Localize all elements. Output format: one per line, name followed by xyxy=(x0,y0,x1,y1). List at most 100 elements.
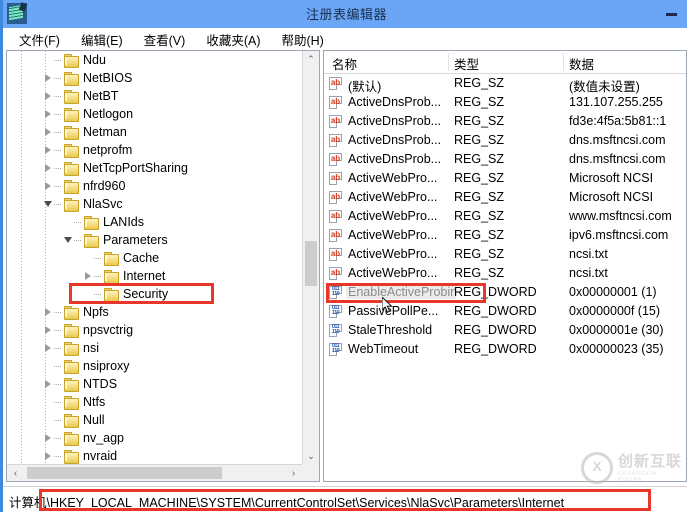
tree-connector xyxy=(54,51,63,69)
tree-item-label: Null xyxy=(83,413,105,427)
expand-arrow-icon[interactable] xyxy=(43,429,54,447)
tree-item-npfs[interactable]: Npfs xyxy=(7,303,302,321)
values-list[interactable]: ab (默认) REG_SZ (数值未设置) ab ActiveDnsProb... REG… xyxy=(324,74,686,359)
expand-arrow-icon[interactable] xyxy=(43,141,54,159)
tree-connector xyxy=(54,429,63,447)
tree-item-nsi[interactable]: nsi xyxy=(7,339,302,357)
column-divider[interactable] xyxy=(563,53,564,71)
tree-vertical-scroll-thumb[interactable] xyxy=(305,241,317,286)
value-row[interactable]: 011 110 StaleThreshold REG_DWORD 0x0000001e … xyxy=(324,321,686,340)
value-row[interactable]: ab ActiveWebPro... REG_SZ ncsi.txt xyxy=(324,264,686,283)
expand-arrow-icon[interactable] xyxy=(43,123,54,141)
tree-item-ntds[interactable]: NTDS xyxy=(7,375,302,393)
tree-item-ntfs[interactable]: Ntfs xyxy=(7,393,302,411)
value-data: 0x0000000f (15) xyxy=(569,304,661,318)
tree-item-security[interactable]: Security xyxy=(7,285,302,303)
expand-arrow-icon[interactable] xyxy=(43,105,54,123)
tree-scroll-down-button[interactable]: ⌄ xyxy=(303,448,319,465)
minimize-button[interactable] xyxy=(658,4,684,24)
tree-item-nvraid[interactable]: nvraid xyxy=(7,447,302,465)
tree-item-netprofm[interactable]: netprofm xyxy=(7,141,302,159)
expand-arrow-icon[interactable] xyxy=(43,339,54,357)
registry-tree-panel: Ndu NetBIOS NetBT Netlogon Netman netprofm Net… xyxy=(6,50,320,482)
value-type: REG_SZ xyxy=(454,152,505,166)
expand-arrow-icon[interactable] xyxy=(43,159,54,177)
folder-icon xyxy=(103,269,119,284)
tree-scroll-left-button[interactable]: ‹ xyxy=(7,465,24,481)
value-row[interactable]: ab ActiveDnsProb... REG_SZ 131.107.255.255 xyxy=(324,93,686,112)
value-row[interactable]: ab ActiveDnsProb... REG_SZ fd3e:4f5a:5b81::… xyxy=(324,112,686,131)
menu-help[interactable]: 帮助(H) xyxy=(274,30,330,49)
value-type: REG_SZ xyxy=(454,171,505,185)
tree-horizontal-scroll-thumb[interactable] xyxy=(27,467,222,479)
tree-item-nfrd960[interactable]: nfrd960 xyxy=(7,177,302,195)
value-row[interactable]: ab (默认) REG_SZ (数值未设置) xyxy=(324,74,686,94)
value-row[interactable]: ab ActiveWebPro... REG_SZ ncsi.txt xyxy=(324,245,686,264)
value-row[interactable]: ab ActiveWebPro... REG_SZ Microsoft NCSI xyxy=(324,188,686,207)
folder-icon xyxy=(63,125,79,140)
value-row[interactable]: ab ActiveDnsProb... REG_SZ dns.msftncsi.com xyxy=(324,150,686,169)
value-type: REG_DWORD xyxy=(454,342,537,356)
folder-icon xyxy=(103,287,119,302)
tree-item-nettcpportsharing[interactable]: NetTcpPortSharing xyxy=(7,159,302,177)
tree-item-cache[interactable]: Cache xyxy=(7,249,302,267)
tree-item-label: nvraid xyxy=(83,449,118,463)
tree-item-netman[interactable]: Netman xyxy=(7,123,302,141)
scrollbar-corner xyxy=(302,464,319,481)
registry-path: 计算机\HKEY_LOCAL_MACHINE\SYSTEM\CurrentCon… xyxy=(9,496,565,510)
tree-item-lanids[interactable]: LANIds xyxy=(7,213,302,231)
tree-connector xyxy=(54,123,63,141)
window-controls xyxy=(658,0,684,28)
column-header-data[interactable]: 数据 xyxy=(569,54,594,73)
tree-item-nv_agp[interactable]: nv_agp xyxy=(7,429,302,447)
expand-arrow-icon[interactable] xyxy=(43,87,54,105)
value-row[interactable]: ab ActiveWebPro... REG_SZ www.msftncsi.com xyxy=(324,207,686,226)
column-header-name[interactable]: 名称 xyxy=(332,54,357,73)
tree-scroll-up-button[interactable]: ⌃ xyxy=(303,51,319,68)
expand-arrow-icon[interactable] xyxy=(43,375,54,393)
tree-item-netbios[interactable]: NetBIOS xyxy=(7,69,302,87)
expand-arrow-icon[interactable] xyxy=(43,303,54,321)
menu-edit[interactable]: 编辑(E) xyxy=(74,30,130,49)
value-row[interactable]: ab ActiveWebPro... REG_SZ ipv6.msftncsi.com xyxy=(324,226,686,245)
menu-favorites[interactable]: 收藏夹(A) xyxy=(199,30,267,49)
value-row[interactable]: 011 110 EnableActiveProbing REG_DWORD 0x0000… xyxy=(324,283,686,302)
value-row[interactable]: ab ActiveDnsProb... REG_SZ dns.msftncsi.com xyxy=(324,131,686,150)
value-row[interactable]: ab ActiveWebPro... REG_SZ Microsoft NCSI xyxy=(324,169,686,188)
menu-view[interactable]: 查看(V) xyxy=(137,30,193,49)
column-header-type[interactable]: 类型 xyxy=(454,54,479,73)
dword-value-icon: 011 110 xyxy=(329,343,343,357)
tree-item-null[interactable]: Null xyxy=(7,411,302,429)
tree-item-netbt[interactable]: NetBT xyxy=(7,87,302,105)
tree-item-parameters[interactable]: Parameters xyxy=(7,231,302,249)
tree-item-internet[interactable]: Internet xyxy=(7,267,302,285)
tree-horizontal-scrollbar[interactable]: ‹ › xyxy=(7,464,302,481)
collapse-arrow-icon[interactable] xyxy=(43,195,54,213)
value-row[interactable]: 011 110 WebTimeout REG_DWORD 0x00000023 (35) xyxy=(324,340,686,359)
tree-item-nlasvc[interactable]: NlaSvc xyxy=(7,195,302,213)
registry-tree[interactable]: Ndu NetBIOS NetBT Netlogon Netman netprofm Net… xyxy=(7,51,302,465)
expand-arrow-icon[interactable] xyxy=(43,177,54,195)
tree-item-label: npsvctrig xyxy=(83,323,134,337)
value-name: ActiveDnsProb... xyxy=(348,114,442,128)
expand-arrow-icon[interactable] xyxy=(43,321,54,339)
value-type: REG_SZ xyxy=(454,190,505,204)
tree-item-label: NTDS xyxy=(83,377,118,391)
tree-item-nsiproxy[interactable]: nsiproxy xyxy=(7,357,302,375)
tree-vertical-scrollbar[interactable]: ⌃ ⌄ xyxy=(302,51,319,465)
folder-icon xyxy=(63,341,79,356)
tree-item-netlogon[interactable]: Netlogon xyxy=(7,105,302,123)
tree-connector xyxy=(54,159,63,177)
tree-scroll-right-button[interactable]: › xyxy=(285,465,302,481)
folder-icon xyxy=(63,71,79,86)
tree-item-ndu[interactable]: Ndu xyxy=(7,51,302,69)
collapse-arrow-icon[interactable] xyxy=(63,231,74,249)
value-row[interactable]: 011 110 PassivePollPe... REG_DWORD 0x0000000… xyxy=(324,302,686,321)
expand-arrow-icon[interactable] xyxy=(43,447,54,465)
tree-item-npsvctrig[interactable]: npsvctrig xyxy=(7,321,302,339)
column-divider[interactable] xyxy=(448,53,449,71)
expand-arrow-icon[interactable] xyxy=(83,267,94,285)
expand-arrow-icon[interactable] xyxy=(43,69,54,87)
menu-file[interactable]: 文件(F) xyxy=(12,30,67,49)
window-title: 注册表编辑器 xyxy=(305,7,387,22)
